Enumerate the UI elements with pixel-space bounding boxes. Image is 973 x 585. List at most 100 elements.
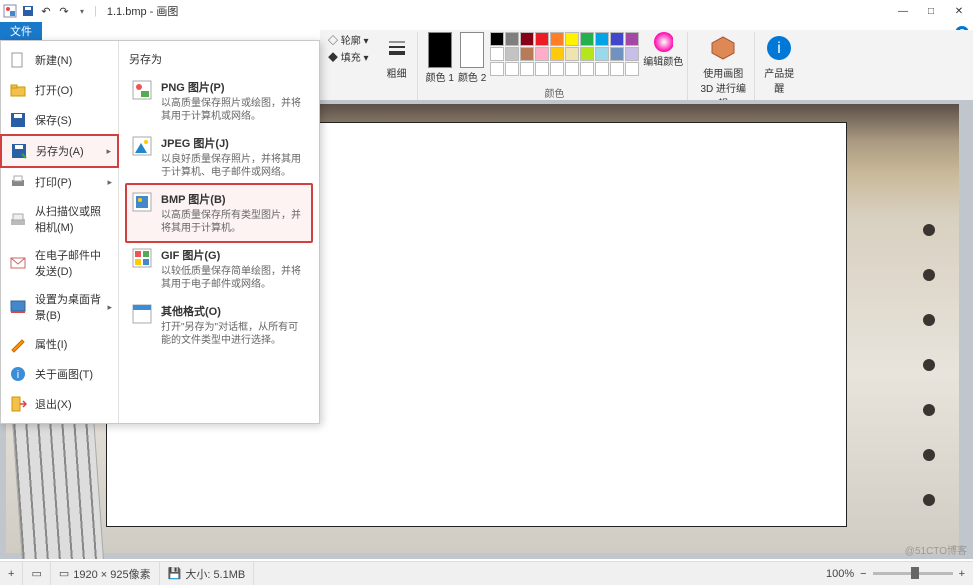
color-swatch[interactable] bbox=[490, 47, 504, 61]
file-menu-label: 另存为(A) bbox=[36, 143, 84, 159]
color-palette[interactable] bbox=[490, 32, 639, 76]
file-menu-item-about[interactable]: i关于画图(T) bbox=[1, 359, 118, 389]
color-swatch[interactable] bbox=[595, 62, 609, 76]
zoom-out-button[interactable]: − bbox=[860, 568, 866, 580]
color-swatch[interactable] bbox=[625, 32, 639, 46]
file-menu-item-wallpaper[interactable]: 设置为桌面背景(B)▸ bbox=[1, 285, 118, 329]
paint3d-button[interactable]: 使用画图 3D 进行编辑 bbox=[696, 32, 750, 110]
file-menu-item-scanner[interactable]: 从扫描仪或照相机(M) bbox=[1, 197, 118, 241]
color-swatch[interactable] bbox=[505, 47, 519, 61]
color-swatch[interactable] bbox=[580, 62, 594, 76]
qat-dropdown-icon[interactable]: ▾ bbox=[74, 3, 90, 19]
file-menu-item-print[interactable]: 打印(P)▸ bbox=[1, 167, 118, 197]
png-icon bbox=[131, 79, 153, 101]
file-menu-item-new[interactable]: 新建(N) bbox=[1, 45, 118, 75]
option-title: PNG 图片(P) bbox=[161, 79, 307, 95]
color-swatch[interactable] bbox=[610, 62, 624, 76]
title-bar: ↶ ↷ ▾ | 1.1.bmp - 画图 — □ ✕ bbox=[0, 0, 973, 22]
svg-text:i: i bbox=[17, 369, 19, 381]
color-swatch[interactable] bbox=[610, 32, 624, 46]
file-tab[interactable]: 文件 bbox=[0, 22, 42, 40]
color-swatch[interactable] bbox=[535, 47, 549, 61]
file-menu-item-email[interactable]: 在电子邮件中发送(D) bbox=[1, 241, 118, 285]
color-swatch[interactable] bbox=[595, 32, 609, 46]
color-swatch[interactable] bbox=[490, 62, 504, 76]
color-swatch[interactable] bbox=[535, 32, 549, 46]
qat-redo-icon[interactable]: ↷ bbox=[56, 3, 72, 19]
zoom-in-button[interactable]: + bbox=[959, 568, 965, 580]
new-icon bbox=[9, 51, 27, 69]
maximize-button[interactable]: □ bbox=[917, 0, 945, 22]
color-swatch[interactable] bbox=[520, 47, 534, 61]
file-menu-item-exit[interactable]: 退出(X) bbox=[1, 389, 118, 419]
file-menu-label: 打印(P) bbox=[35, 174, 72, 190]
color-swatch[interactable] bbox=[490, 32, 504, 46]
file-menu-label: 设置为桌面背景(B) bbox=[35, 291, 110, 323]
color-swatch[interactable] bbox=[595, 47, 609, 61]
props-icon bbox=[9, 335, 27, 353]
open-icon bbox=[9, 81, 27, 99]
file-menu-label: 保存(S) bbox=[35, 112, 72, 128]
outline-dropdown[interactable]: ◇ 轮廓 ▾ bbox=[328, 32, 369, 47]
print-icon bbox=[9, 173, 27, 191]
status-bar: + ▭ ▭1920 × 925像素 💾大小: 5.1MB 100% − + bbox=[0, 561, 973, 585]
edit-colors-button[interactable]: 编辑颜色 bbox=[643, 32, 683, 68]
option-title: GIF 图片(G) bbox=[161, 247, 307, 263]
color-swatch[interactable] bbox=[550, 32, 564, 46]
zoom-slider[interactable] bbox=[873, 572, 953, 575]
svg-text:i: i bbox=[778, 40, 782, 57]
saveas-option-bmp[interactable]: BMP 图片(B)以高质量保存所有类型图片，并将其用于计算机。 bbox=[125, 183, 313, 243]
color-swatch[interactable] bbox=[565, 32, 579, 46]
saveas-option-png[interactable]: PNG 图片(P) 以高质量保存照片或绘图，并将其用于计算机或网络。 bbox=[127, 73, 311, 129]
fill-dropdown[interactable]: ◆ 填充 ▾ bbox=[328, 49, 369, 64]
title-separator: | bbox=[94, 5, 97, 17]
color-swatch[interactable] bbox=[625, 47, 639, 61]
option-title: 其他格式(O) bbox=[161, 303, 307, 319]
about-icon: i bbox=[9, 365, 27, 383]
color2-button[interactable]: 颜色 2 bbox=[458, 32, 486, 84]
saveas-option-jpeg[interactable]: JPEG 图片(J)以良好质量保存照片，并将其用于计算机、电子邮件或网络。 bbox=[127, 129, 311, 185]
file-menu-item-open[interactable]: 打开(O) bbox=[1, 75, 118, 105]
color-swatch[interactable] bbox=[610, 47, 624, 61]
color-swatch[interactable] bbox=[580, 32, 594, 46]
color-swatch[interactable] bbox=[520, 62, 534, 76]
status-filesize: 💾大小: 5.1MB bbox=[160, 562, 255, 585]
color-swatch[interactable] bbox=[535, 62, 549, 76]
color-swatch[interactable] bbox=[520, 32, 534, 46]
file-menu-item-save[interactable]: 保存(S) bbox=[1, 105, 118, 135]
option-desc: 以高质量保存照片或绘图，并将其用于计算机或网络。 bbox=[161, 97, 307, 123]
color-swatch[interactable] bbox=[505, 62, 519, 76]
bmp-icon bbox=[131, 191, 153, 213]
color-swatch[interactable] bbox=[580, 47, 594, 61]
file-menu-item-props[interactable]: 属性(I) bbox=[1, 329, 118, 359]
qat-undo-icon[interactable]: ↶ bbox=[38, 3, 54, 19]
status-selection: ▭ bbox=[23, 562, 50, 585]
option-title: JPEG 图片(J) bbox=[161, 135, 307, 151]
qat-save-icon[interactable] bbox=[20, 3, 36, 19]
other-icon bbox=[131, 303, 153, 325]
saveas-option-gif[interactable]: GIF 图片(G) 以较低质量保存简单绘图，并将其用于电子邮件或网络。 bbox=[127, 241, 311, 297]
color-swatch[interactable] bbox=[565, 47, 579, 61]
color-swatch[interactable] bbox=[550, 47, 564, 61]
option-desc: 以高质量保存所有类型图片，并将其用于计算机。 bbox=[161, 209, 307, 235]
option-desc: 以较低质量保存简单绘图，并将其用于电子邮件或网络。 bbox=[161, 265, 307, 291]
option-desc: 打开"另存为"对话框，从所有可能的文件类型中进行选择。 bbox=[161, 321, 307, 347]
save-icon bbox=[9, 111, 27, 129]
wallpaper-icon bbox=[9, 298, 27, 316]
file-menu-label: 从扫描仪或照相机(M) bbox=[35, 203, 110, 235]
saveas-icon bbox=[10, 142, 28, 160]
color-swatch[interactable] bbox=[565, 62, 579, 76]
product-alert-button[interactable]: i 产品提醒 bbox=[763, 32, 795, 95]
color-swatch[interactable] bbox=[505, 32, 519, 46]
close-button[interactable]: ✕ bbox=[945, 0, 973, 22]
color-swatch[interactable] bbox=[550, 62, 564, 76]
thickness-button[interactable]: 粗细 bbox=[381, 32, 413, 80]
status-dimensions: ▭1920 × 925像素 bbox=[51, 562, 160, 585]
color-swatch[interactable] bbox=[625, 62, 639, 76]
minimize-button[interactable]: — bbox=[889, 0, 917, 22]
file-menu-item-saveas[interactable]: 另存为(A)▸ bbox=[0, 134, 119, 168]
submenu-title: 另存为 bbox=[127, 47, 311, 73]
email-icon bbox=[9, 254, 27, 272]
saveas-option-other[interactable]: 其他格式(O) 打开"另存为"对话框，从所有可能的文件类型中进行选择。 bbox=[127, 297, 311, 353]
color1-button[interactable]: 颜色 1 bbox=[426, 32, 454, 84]
